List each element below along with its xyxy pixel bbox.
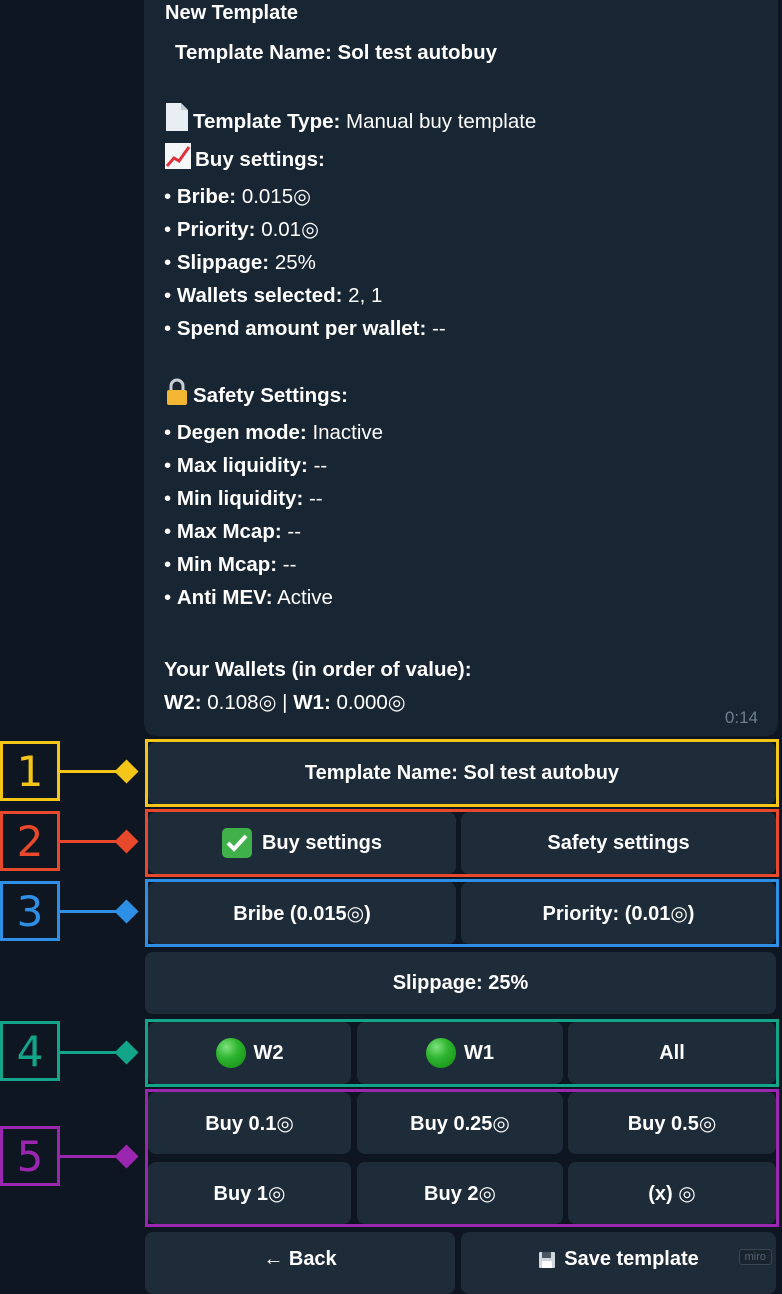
setting-min-mcap: • Min Mcap: -- bbox=[164, 553, 297, 576]
annotation-label-4: 4 bbox=[0, 1021, 60, 1081]
setting-slippage: • Slippage: 25% bbox=[164, 251, 316, 274]
priority-button[interactable]: Priority: (0.01◎) bbox=[461, 882, 776, 944]
annotation-diamond-1 bbox=[114, 759, 139, 784]
document-icon bbox=[164, 102, 190, 142]
buy-settings-button[interactable]: Buy settings bbox=[148, 812, 456, 874]
buy-custom-button[interactable]: (x) ◎ bbox=[568, 1162, 776, 1224]
buy-settings-heading: Buy settings: bbox=[164, 142, 758, 180]
green-circle-icon bbox=[215, 1038, 246, 1068]
green-circle-icon bbox=[426, 1038, 456, 1068]
floppy-disk-icon bbox=[538, 1251, 556, 1275]
setting-wallets-selected: • Wallets selected: 2, 1 bbox=[164, 284, 383, 307]
message-title: New Template bbox=[165, 2, 298, 24]
setting-spend-amount: • Spend amount per wallet: -- bbox=[164, 317, 446, 340]
chart-increasing-icon bbox=[164, 142, 192, 180]
message-time: 0:14 bbox=[724, 708, 758, 727]
wallet-w1-button[interactable]: W1 bbox=[357, 1022, 563, 1084]
miro-watermark: miro bbox=[738, 1249, 772, 1265]
message-body: Template Name: Sol test autobuy Template… bbox=[164, 36, 758, 719]
wallet-all-button[interactable]: All bbox=[568, 1022, 776, 1084]
buy-0-5-button[interactable]: Buy 0.5◎ bbox=[568, 1092, 776, 1154]
wallets-values: W2: 0.108◎ | W1: 0.000◎ bbox=[164, 691, 406, 714]
safety-settings-button[interactable]: Safety settings bbox=[461, 812, 776, 874]
slippage-button[interactable]: Slippage: 25% bbox=[145, 952, 776, 1014]
wallet-w2-button[interactable]: W2 bbox=[148, 1022, 351, 1084]
setting-min-liquidity: • Min liquidity: -- bbox=[164, 487, 323, 510]
safety-settings-heading: Safety Settings: bbox=[164, 378, 758, 416]
bribe-button[interactable]: Bribe (0.015◎) bbox=[148, 882, 456, 944]
save-template-button[interactable]: Save template bbox=[461, 1232, 776, 1294]
setting-anti-mev: • Anti MEV: Active bbox=[164, 586, 333, 609]
buy-0-25-button[interactable]: Buy 0.25◎ bbox=[357, 1092, 563, 1154]
annotation-diamond-5 bbox=[114, 1144, 139, 1169]
annotation-diamond-4 bbox=[114, 1040, 139, 1065]
annotation-label-5: 5 bbox=[0, 1126, 60, 1186]
bot-message: New Template Template Name: Sol test aut… bbox=[144, 0, 778, 736]
annotation-diamond-3 bbox=[114, 899, 139, 924]
annotation-label-1: 1 bbox=[0, 741, 60, 801]
setting-priority: • Priority: 0.01◎ bbox=[164, 218, 319, 241]
template-name-line: Template Name: Sol test autobuy bbox=[175, 41, 498, 64]
annotation-diamond-2 bbox=[114, 829, 139, 854]
wallets-heading: Your Wallets (in order of value): bbox=[164, 658, 472, 681]
setting-max-liquidity: • Max liquidity: -- bbox=[164, 454, 328, 477]
setting-max-mcap: • Max Mcap: -- bbox=[164, 520, 302, 543]
template-type-line: Template Type: Manual buy template bbox=[164, 102, 758, 142]
lock-icon bbox=[164, 378, 190, 416]
buy-0-1-button[interactable]: Buy 0.1◎ bbox=[148, 1092, 351, 1154]
back-button[interactable]: ← Back bbox=[145, 1232, 455, 1294]
setting-degen-mode: • Degen mode: Inactive bbox=[164, 421, 384, 444]
template-name-button[interactable]: Template Name: Sol test autobuy bbox=[148, 742, 776, 804]
annotation-label-2: 2 bbox=[0, 811, 60, 871]
setting-bribe: • Bribe: 0.015◎ bbox=[164, 185, 311, 208]
check-mark-icon bbox=[221, 828, 252, 858]
buy-2-button[interactable]: Buy 2◎ bbox=[357, 1162, 563, 1224]
buy-1-button[interactable]: Buy 1◎ bbox=[148, 1162, 351, 1224]
annotation-label-3: 3 bbox=[0, 881, 60, 941]
